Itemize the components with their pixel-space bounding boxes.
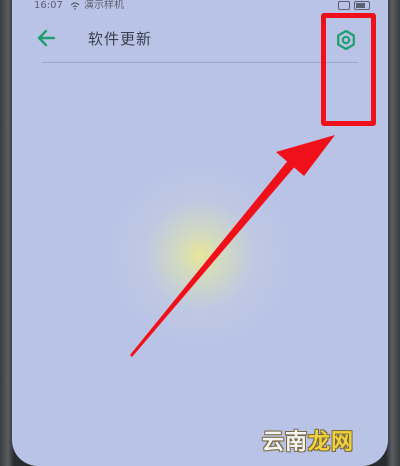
- status-icons: [338, 1, 370, 10]
- watermark-part2: 龙网: [308, 429, 355, 455]
- settings-gear-icon: [337, 29, 355, 51]
- phone-screen: 16:07 演示样机 软件更新: [12, 0, 388, 466]
- battery-icon: [354, 1, 370, 10]
- settings-button[interactable]: [334, 28, 358, 52]
- app-bar: 软件更新: [12, 14, 388, 60]
- carrier-label: 演示样机: [84, 0, 124, 11]
- back-button[interactable]: [34, 26, 60, 50]
- status-bar: 16:07 演示样机: [12, 0, 388, 14]
- status-time: 16:07: [34, 0, 63, 11]
- wifi-icon: [70, 2, 80, 10]
- phone-photo: 16:07 演示样机 软件更新 云南龙网: [0, 0, 400, 466]
- vibrate-icon: [338, 1, 350, 10]
- header-divider: [42, 62, 358, 63]
- watermark-part1: 云南: [262, 429, 309, 455]
- page-title: 软件更新: [88, 30, 153, 48]
- watermark: 云南龙网: [262, 424, 354, 456]
- back-arrow-icon: [37, 29, 56, 47]
